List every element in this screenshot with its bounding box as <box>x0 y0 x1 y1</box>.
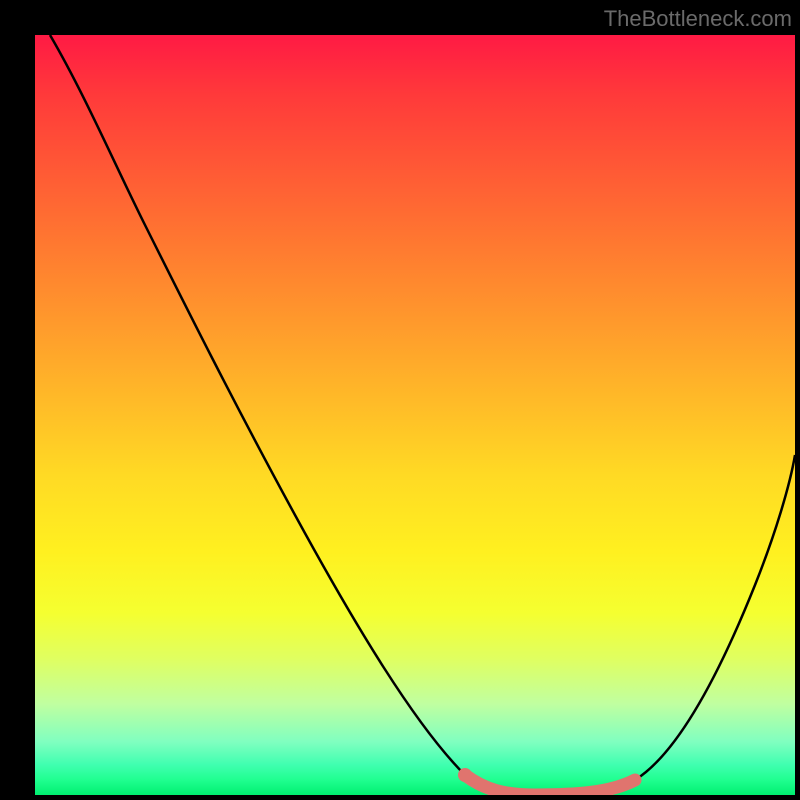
plot-area <box>35 35 795 795</box>
watermark-text: TheBottleneck.com <box>604 6 792 32</box>
bottleneck-curve-line <box>50 35 795 795</box>
chart-container: TheBottleneck.com <box>0 0 800 800</box>
optimal-zone-line <box>465 775 635 795</box>
chart-svg <box>35 35 795 795</box>
